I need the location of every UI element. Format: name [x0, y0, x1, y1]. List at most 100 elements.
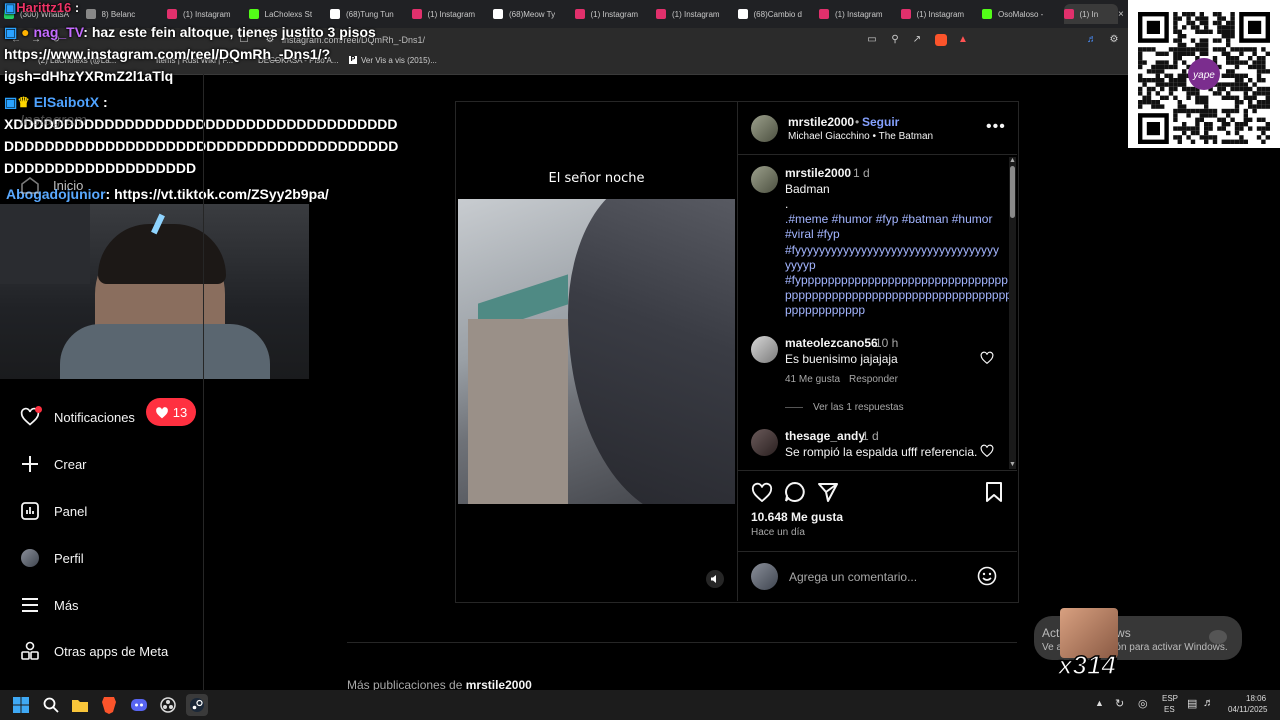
hashtags[interactable]: pppppppppppppppppppppppppppppppppp [785, 288, 1012, 302]
browser-tab[interactable]: (1) Instagram [411, 4, 486, 24]
obs-icon[interactable] [157, 694, 179, 716]
qr-module [1256, 86, 1262, 92]
emoji-icon[interactable] [977, 566, 997, 591]
like-count[interactable]: 10.648 Me gusta [751, 510, 843, 524]
sidebar-item-crear[interactable]: Crear [20, 454, 87, 474]
instagram-logo[interactable]: Instagram [20, 112, 87, 129]
language-indicator[interactable]: ESP [1162, 694, 1178, 703]
browser-tab[interactable]: (1) Instagram [574, 4, 649, 24]
sidebar-item-mas[interactable]: Más [20, 595, 79, 615]
discord-icon[interactable] [128, 694, 150, 716]
hashtags[interactable]: #viral #fyp [785, 227, 840, 241]
like-icon[interactable] [751, 482, 773, 507]
volume-icon[interactable] [706, 570, 724, 588]
view-replies-button[interactable]: Ver las 1 respuestas [813, 402, 904, 413]
search-icon[interactable] [40, 694, 62, 716]
qr-module [1204, 100, 1209, 105]
browser-tab[interactable]: OsoMaloso - [982, 4, 1056, 24]
qr-module [1186, 47, 1191, 52]
caption-author-avatar[interactable] [751, 166, 778, 193]
commenter-avatar[interactable] [751, 336, 778, 363]
qr-module [1248, 64, 1253, 70]
sync-icon[interactable]: ↻ [1115, 697, 1124, 710]
browser-tab[interactable]: (1) In [1063, 4, 1118, 24]
qr-module [1239, 47, 1244, 52]
caption-author[interactable]: mrstile2000 [785, 166, 851, 180]
sidebar-item-meta-apps[interactable]: Otras apps de Meta [20, 641, 168, 661]
sidebar-item-notificaciones[interactable]: Notificaciones [20, 406, 135, 427]
cast-icon[interactable]: ▭ [866, 34, 878, 46]
scrollbar-thumb[interactable] [1010, 166, 1015, 218]
qr-module [1265, 100, 1270, 105]
follow-button[interactable]: Seguir [862, 115, 899, 129]
hashtags[interactable]: .#meme #humor #fyp #batman #humor [785, 212, 992, 226]
bookmark-item[interactable]: Ver Vis a vis (2015)... [361, 56, 437, 65]
browser-tab[interactable]: (1) Instagram [656, 4, 730, 24]
comment-input[interactable]: Agrega un comentario... [789, 570, 917, 584]
sidebar-item-inicio[interactable]: Inicio [53, 178, 83, 193]
qr-module [1173, 135, 1178, 140]
audio-info[interactable]: Michael Giacchino • The Batman [788, 131, 933, 142]
comment-author[interactable]: mateolezcano56 [785, 336, 878, 350]
qr-module [1173, 47, 1178, 52]
hashtags[interactable]: pppppppppppp [785, 303, 865, 317]
file-explorer-icon[interactable] [69, 694, 91, 716]
qr-finder [1146, 20, 1160, 34]
chevron-up-icon[interactable]: ▲ [1095, 698, 1104, 708]
qr-module [1186, 135, 1191, 140]
browser-tab[interactable]: (68)Cambio d [737, 4, 812, 24]
more-options-icon[interactable]: ••• [986, 119, 1006, 135]
qr-module [1261, 100, 1266, 105]
commenter-avatar[interactable] [751, 429, 778, 456]
video-frame[interactable] [458, 199, 735, 504]
browser-tab[interactable]: 8) Belanc [85, 4, 160, 24]
post-author[interactable]: mrstile2000 [788, 115, 854, 129]
comment-like-icon[interactable] [980, 444, 994, 462]
scroll-up-arrow[interactable]: ▲ [1009, 157, 1016, 164]
toast-avatar [1209, 630, 1227, 644]
close-tab-icon[interactable]: × [1118, 4, 1128, 24]
share-icon[interactable] [817, 481, 839, 508]
comment-icon[interactable] [784, 481, 806, 508]
hashtags[interactable]: #fyppppppppppppppppppppppppppppppp [785, 273, 1008, 287]
qr-module [1217, 91, 1222, 96]
brave-rewards-icon[interactable]: ▲ [957, 34, 969, 46]
steam-icon[interactable] [186, 694, 208, 716]
hashtags[interactable]: #fyyyyyyyyyyyyyyyyyyyyyyyyyyyyyyyyyy [785, 243, 999, 257]
reply-button[interactable]: Responder [849, 374, 898, 385]
hashtags[interactable]: yyyyp [785, 258, 816, 272]
home-icon[interactable] [20, 176, 40, 194]
windows-start-icon[interactable] [10, 694, 32, 716]
zoom-icon[interactable]: ⚲ [889, 34, 901, 46]
qr-module [1234, 104, 1240, 109]
tab-favicon-icon [982, 9, 992, 19]
clock-date[interactable]: 04/11/2025 [1228, 705, 1267, 714]
browser-tab[interactable]: (1) Instagram [167, 4, 241, 24]
qr-module [1204, 135, 1209, 140]
network-icon[interactable]: ▤ [1187, 697, 1197, 710]
brave-browser-icon[interactable] [98, 694, 120, 716]
brave-shields-icon[interactable] [935, 34, 947, 46]
clock-time[interactable]: 18:06 [1246, 694, 1266, 703]
browser-tab[interactable]: (68)Tung Tun [330, 4, 404, 24]
scroll-down-arrow[interactable]: ▼ [1009, 461, 1016, 468]
comment-likes[interactable]: 41 Me gusta [785, 374, 840, 385]
notification-badge[interactable]: 13 [146, 398, 196, 426]
browser-tab[interactable]: (1) Instagram [900, 4, 975, 24]
comment-like-icon[interactable] [980, 351, 994, 369]
microphone-icon[interactable]: ◎ [1138, 697, 1148, 710]
extensions-icon[interactable]: ⚙ [1108, 34, 1120, 46]
comment-author[interactable]: thesage_andy [785, 429, 865, 443]
sidebar-item-panel[interactable]: Panel [20, 501, 87, 521]
tab-favicon-icon [819, 9, 829, 19]
save-icon[interactable] [985, 481, 1003, 508]
volume-tray-icon[interactable]: ♬ [1203, 697, 1214, 709]
browser-tab[interactable]: (68)Meow Ty [493, 4, 567, 24]
keyboard-layout[interactable]: ES [1164, 705, 1175, 714]
author-avatar[interactable] [751, 115, 778, 142]
browser-tab[interactable]: LaCholexs St [248, 4, 323, 24]
sidebar-item-perfil[interactable]: Perfil [20, 548, 84, 568]
audio-playing-icon[interactable]: ♬ [1086, 34, 1098, 46]
browser-tab[interactable]: (1) Instagram [819, 4, 893, 24]
share-icon[interactable]: ↗ [911, 34, 923, 46]
